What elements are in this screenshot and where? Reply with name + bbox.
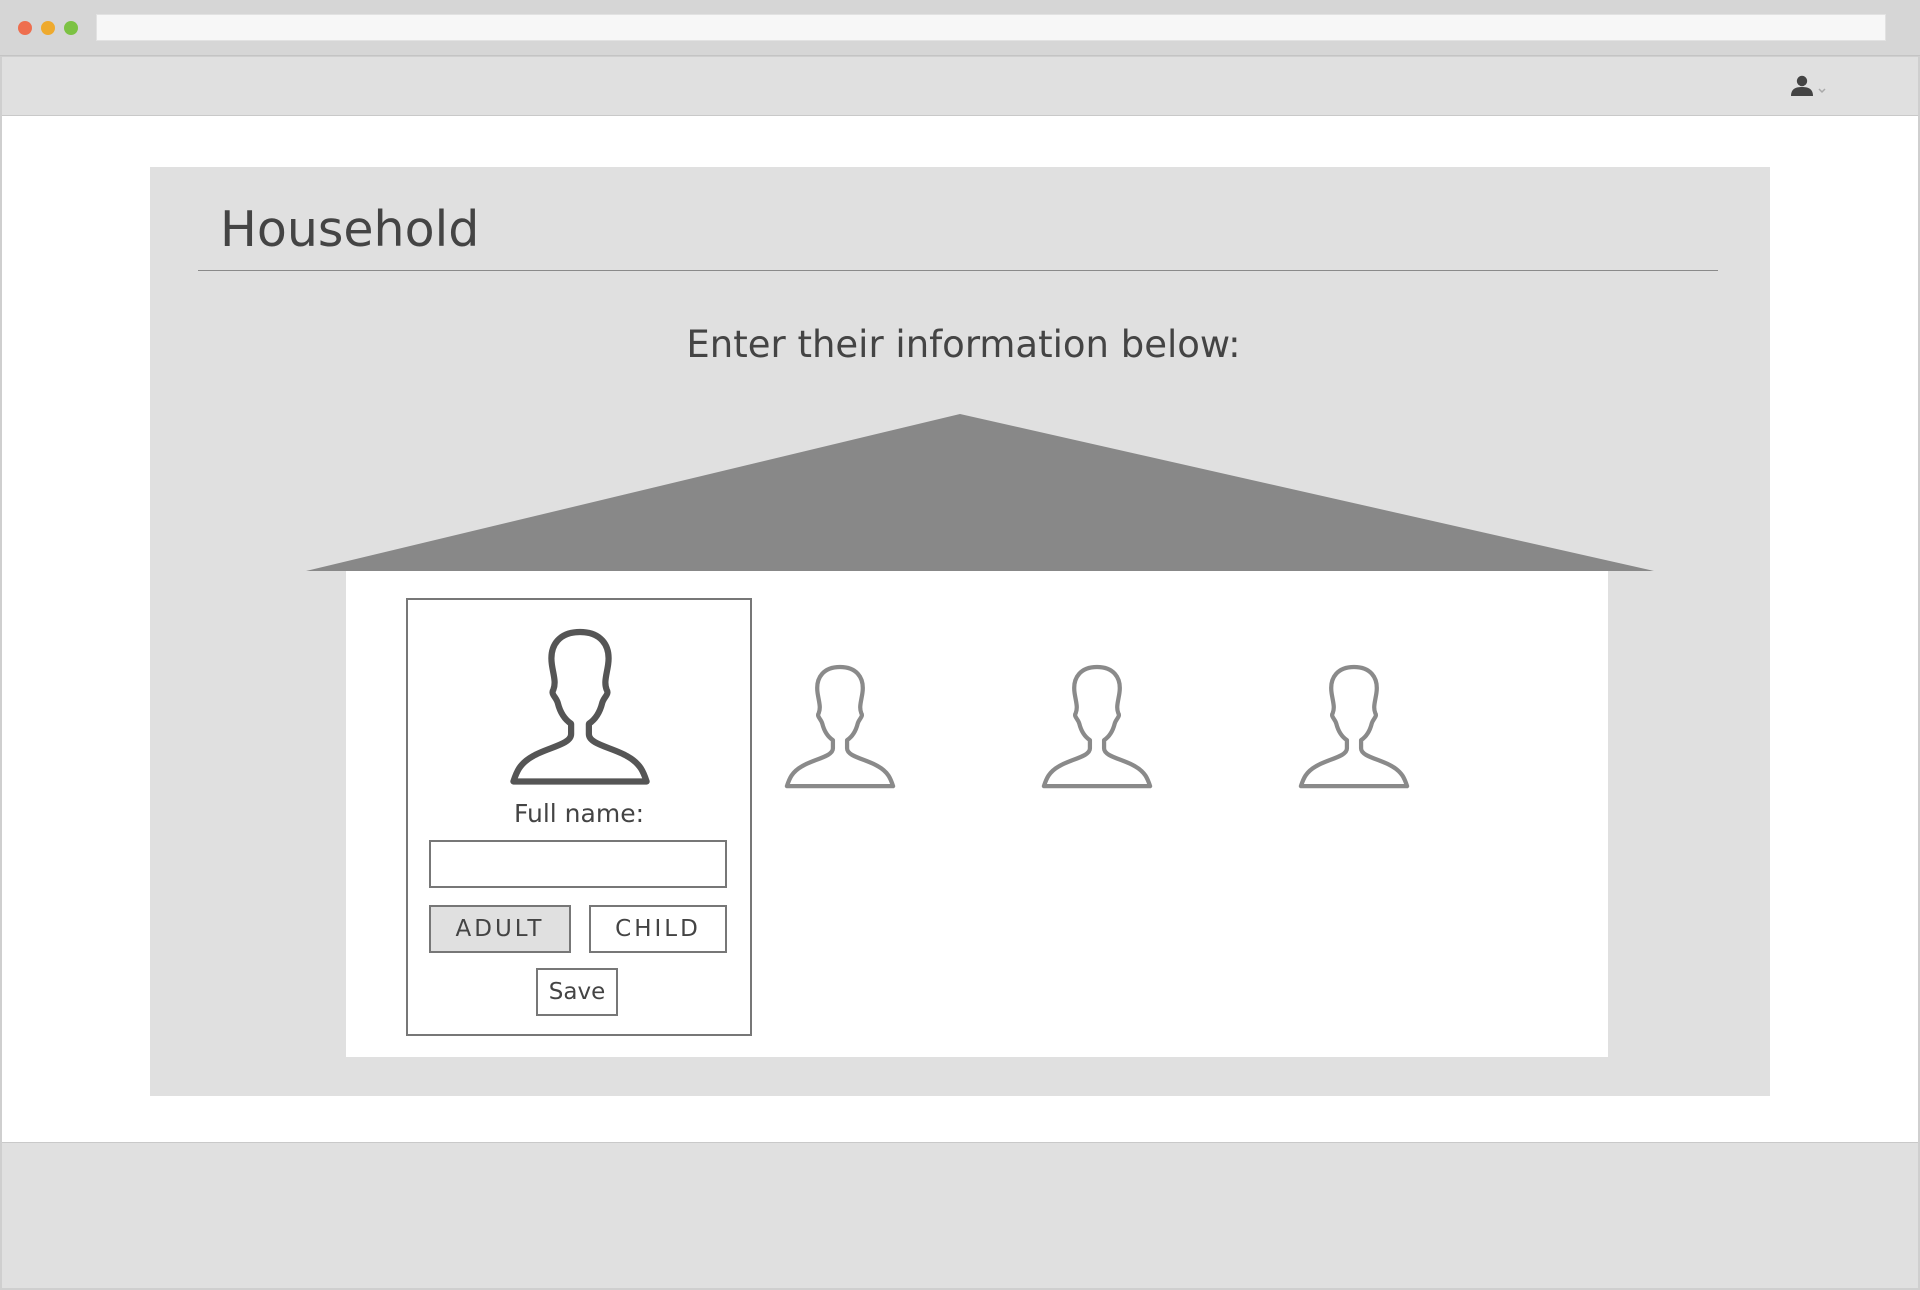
person-silhouette-icon <box>1298 664 1410 789</box>
app-header <box>2 57 1918 116</box>
window-maximize-dot[interactable] <box>64 21 78 35</box>
address-bar[interactable] <box>96 14 1886 41</box>
title-divider <box>198 270 1718 271</box>
user-icon <box>1791 75 1826 96</box>
adult-button[interactable]: ADULT <box>429 905 571 953</box>
child-button[interactable]: CHILD <box>589 905 727 953</box>
chevron-down-icon <box>1818 88 1826 94</box>
full-name-input[interactable] <box>429 840 727 888</box>
browser-titlebar <box>0 0 1920 56</box>
instructions-text: Enter their information below: <box>686 323 1241 366</box>
window-close-dot[interactable] <box>18 21 32 35</box>
add-member-slot[interactable] <box>781 662 899 790</box>
person-silhouette-icon <box>784 664 896 789</box>
add-member-slot[interactable] <box>1038 662 1156 790</box>
window-minimize-dot[interactable] <box>41 21 55 35</box>
person-silhouette-icon <box>1041 664 1153 789</box>
full-name-label: Full name: <box>513 799 645 828</box>
person-silhouette-icon <box>510 628 650 785</box>
add-member-slot[interactable] <box>1295 662 1413 790</box>
save-button[interactable]: Save <box>536 968 618 1016</box>
app-footer <box>2 1142 1918 1288</box>
user-menu-button[interactable] <box>1784 72 1832 102</box>
page-title: Household <box>220 201 480 258</box>
